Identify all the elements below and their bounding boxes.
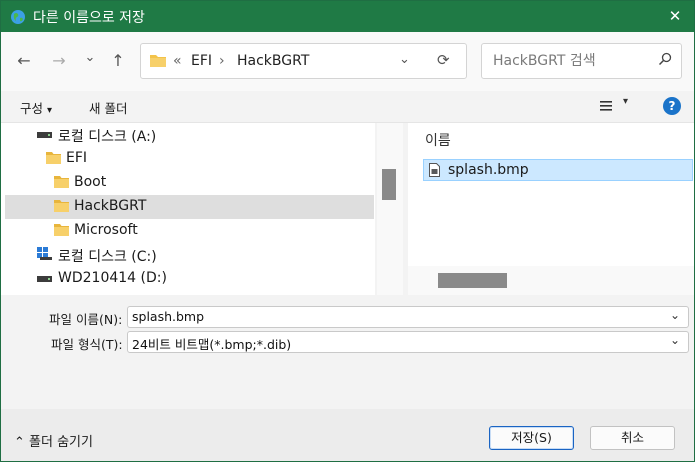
tree-item-local-disk-c[interactable]: 로컬 디스크 (C:): [5, 243, 374, 267]
hide-folders-button[interactable]: ⌃ 폴더 숨기기: [14, 431, 93, 450]
tree-item-wd-drive-d[interactable]: WD210414 (D:): [5, 267, 374, 291]
search-icon[interactable]: [658, 52, 672, 66]
window-title: 다른 이름으로 저장: [33, 10, 145, 26]
breadcrumb-hackbgrt[interactable]: HackBGRT: [237, 53, 309, 69]
tree-item-label: WD210414 (D:): [58, 270, 167, 286]
folder-icon: [54, 176, 69, 188]
tree-item-label: Microsoft: [74, 222, 138, 238]
tree-item-microsoft[interactable]: Microsoft: [5, 219, 374, 243]
globe-icon: [11, 10, 25, 24]
tree-item-label: 로컬 디스크 (C:): [58, 249, 157, 265]
tree-item-label: Boot: [74, 174, 107, 190]
filename-label: 파일 이름(N):: [49, 312, 123, 327]
filetype-value: 24비트 비트맵(*.bmp;*.dib): [132, 337, 292, 352]
filetype-select[interactable]: 24비트 비트맵(*.bmp;*.dib) ⌄: [127, 331, 689, 353]
tree-item-boot[interactable]: Boot: [5, 171, 374, 195]
file-list-scrollbar-thumb[interactable]: [438, 273, 507, 288]
filetype-label: 파일 형식(T):: [51, 337, 123, 352]
folder-icon: [54, 224, 69, 236]
navigation-tree: 로컬 디스크 (A:) EFI Boot HackBGRT Microsoft …: [1, 123, 375, 295]
search-box[interactable]: [481, 43, 682, 79]
command-bar: 구성 ▾ 새 폴더 ▾ ?: [1, 91, 694, 123]
up-button[interactable]: ↑: [107, 50, 129, 72]
help-button[interactable]: ?: [663, 97, 681, 115]
chevron-down-icon: ▾: [47, 105, 53, 116]
folder-icon: [150, 55, 166, 67]
breadcrumb-efi[interactable]: EFI: [191, 53, 212, 69]
view-options-icon[interactable]: [599, 99, 613, 113]
tree-item-efi[interactable]: EFI: [5, 147, 374, 171]
file-list: 이름 splash.bmp: [408, 123, 694, 295]
drive-icon: [37, 276, 52, 282]
windows-drive-icon: [37, 247, 52, 260]
forward-button[interactable]: →: [48, 50, 70, 72]
tree-item-label: 로컬 디스크 (A:): [58, 129, 157, 145]
bitmap-file-icon: [429, 163, 440, 177]
organize-label: 구성: [20, 101, 44, 116]
dialog-footer: ⌃ 폴더 숨기기 저장(S) 취소: [1, 409, 694, 461]
view-dropdown-button[interactable]: ▾: [623, 96, 628, 107]
save-button[interactable]: 저장(S): [489, 426, 574, 450]
folder-icon: [46, 152, 61, 164]
organize-menu[interactable]: 구성 ▾: [20, 98, 52, 117]
chevron-down-icon[interactable]: ⌄: [670, 308, 680, 322]
chevron-down-icon[interactable]: ⌄: [670, 333, 680, 347]
save-form: 파일 이름(N): splash.bmp ⌄ 파일 형식(T): 24비트 비트…: [1, 296, 694, 409]
tree-item-label: EFI: [66, 150, 88, 166]
close-button[interactable]: ✕: [662, 4, 688, 28]
address-bar[interactable]: « EFI › HackBGRT ⌄ ⟳: [140, 43, 467, 79]
filename-value[interactable]: splash.bmp: [132, 309, 204, 324]
tree-item-hackbgrt[interactable]: HackBGRT: [5, 195, 374, 219]
recent-locations-button[interactable]: ⌄: [79, 47, 101, 69]
tree-item-local-disk-a[interactable]: 로컬 디스크 (A:): [5, 123, 374, 147]
tree-item-label: HackBGRT: [74, 198, 147, 214]
save-as-dialog: 다른 이름으로 저장 ✕ ← → ⌄ ↑ « EFI › HackBGRT ⌄ …: [0, 0, 695, 462]
new-folder-button[interactable]: 새 폴더: [89, 98, 127, 117]
file-list-scrollbar[interactable]: [408, 266, 694, 295]
back-button[interactable]: ←: [13, 50, 35, 72]
refresh-button[interactable]: ⟳: [437, 51, 450, 69]
folder-icon: [54, 200, 69, 212]
breadcrumb-separator: ›: [219, 53, 225, 69]
drive-icon: [37, 132, 52, 138]
tree-scrollbar-thumb[interactable]: [382, 169, 396, 200]
title-bar: 다른 이름으로 저장 ✕: [1, 1, 694, 32]
cancel-button[interactable]: 취소: [590, 426, 675, 450]
tree-scrollbar[interactable]: [377, 123, 403, 295]
breadcrumb-overflow[interactable]: «: [173, 53, 182, 69]
file-row[interactable]: splash.bmp: [423, 159, 693, 181]
column-header-name[interactable]: 이름: [425, 130, 451, 150]
navigation-bar: ← → ⌄ ↑ « EFI › HackBGRT ⌄ ⟳: [1, 32, 694, 91]
filename-field[interactable]: splash.bmp ⌄: [127, 306, 689, 328]
address-dropdown-button[interactable]: ⌄: [399, 52, 410, 67]
file-name: splash.bmp: [448, 162, 529, 178]
search-input[interactable]: [491, 52, 655, 70]
